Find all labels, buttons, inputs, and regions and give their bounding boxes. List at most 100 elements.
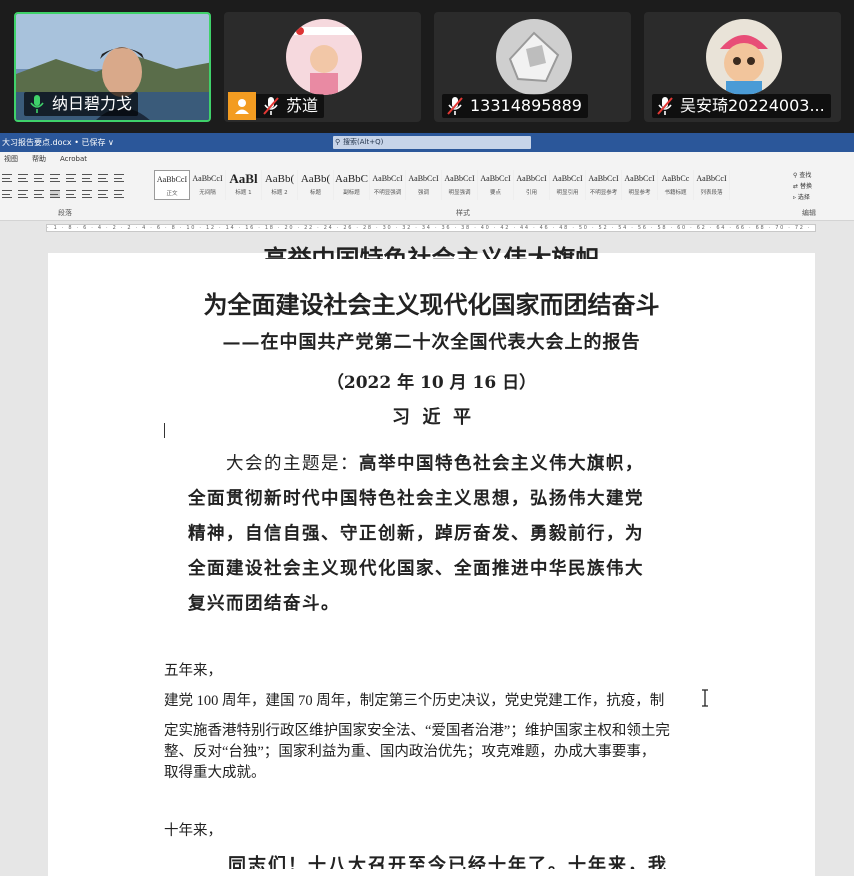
participant-name: 13314895889: [470, 96, 582, 115]
style-item[interactable]: AaBbCcI 无间隔: [190, 170, 226, 200]
style-item[interactable]: AaBbCcI 要点: [478, 170, 514, 200]
increase-indent-icon[interactable]: [66, 174, 76, 182]
document-title[interactable]: 大习报告要点.docx • 已保存 ∨: [0, 137, 114, 148]
participant-label: 纳日碧力戈: [24, 92, 139, 116]
style-sample: AaBbCcI: [696, 174, 727, 183]
participant-label: 苏道: [228, 92, 325, 120]
borders-icon[interactable]: [114, 190, 124, 198]
participant-name: 苏道: [286, 96, 319, 115]
sort-icon[interactable]: [98, 174, 108, 182]
style-name: 不明显参考: [589, 190, 618, 196]
select-button[interactable]: ▹ 选择: [793, 192, 812, 203]
style-name: 标题 2: [271, 190, 288, 196]
person-icon: [228, 92, 256, 120]
style-sample: AaBbCcI: [156, 175, 188, 184]
align-left-icon[interactable]: [2, 190, 12, 198]
mic-muted-icon: [657, 97, 673, 115]
style-item[interactable]: AaBbCcI 列表段落: [694, 170, 730, 200]
paragraph-line: 整、反对“台独”；国家利益为重、国内政治优先；攻克难题，办成大事要事，: [164, 744, 656, 760]
style-sample: AaBbCcI: [480, 174, 511, 183]
style-item[interactable]: AaBbCcI 正文: [154, 170, 190, 200]
style-sample: AaBbCcI: [444, 174, 475, 183]
style-item[interactable]: AaBl 标题 1: [226, 170, 262, 200]
style-sample: AaBbCcI: [516, 174, 547, 183]
document-page[interactable]: 高举中国特色社会主义伟大旗帜 为全面建设社会主义现代化国家而团结奋斗 ——在中国…: [48, 244, 815, 876]
participant-tile[interactable]: 纳日碧力戈: [14, 12, 211, 122]
style-name: 标题: [309, 190, 321, 196]
menu-bar: 视图 帮助 Acrobat: [0, 152, 854, 166]
ten-years-label: 十年来，: [164, 823, 222, 839]
style-item[interactable]: AaBbCcI 不明显参考: [586, 170, 622, 200]
theme-line: 精神，自信自强、守正创新，踔厉奋发、勇毅前行，为: [188, 524, 644, 544]
doc-heading: 为全面建设社会主义现代化国家而团结奋斗: [203, 290, 660, 319]
multilevel-list-icon[interactable]: [34, 174, 44, 182]
ruler-scale: · 1 · 8 · 6 · 4 · 2 · 2 · 4 · 6 · 8 · 10…: [46, 224, 816, 232]
partial-line: 同志们！十八大召开至今已经十年了。十年来，我: [228, 855, 668, 869]
theme-line: 全面贯彻新时代中国特色社会主义思想，弘扬伟大建党: [188, 489, 644, 509]
group-edit-label: 编辑: [802, 209, 816, 217]
doc-heading-partial: 高举中国特色社会主义伟大旗帜: [263, 244, 600, 259]
numbering-icon[interactable]: [18, 174, 28, 182]
align-right-icon[interactable]: [34, 190, 44, 198]
menu-help[interactable]: 帮助: [32, 154, 46, 164]
replace-button[interactable]: ⇄ 替换: [793, 181, 812, 192]
participant-strip: 纳日碧力戈 苏道 13314895889 吴安琦20224003...: [0, 0, 854, 133]
shading-icon[interactable]: [98, 190, 108, 198]
paragraph-line: 取得重大成就。: [164, 765, 266, 781]
participant-name: 纳日碧力戈: [52, 94, 133, 113]
style-name: 强调: [417, 190, 429, 196]
five-years-label: 五年来，: [164, 663, 222, 679]
style-name: 列表段落: [700, 190, 723, 196]
style-name: 无间隔: [199, 190, 216, 196]
style-sample: AaBb(: [264, 173, 295, 185]
paragraph-line: 建党 100 周年，建国 70 周年，制定第三个历史决议，党史党建工作，抗疫，制: [164, 693, 665, 709]
style-sample: AaBbCcI: [372, 174, 403, 183]
group-styles-label: 样式: [456, 209, 470, 217]
participant-name: 吴安琦20224003...: [680, 96, 825, 115]
style-item[interactable]: AaBbCcI 引用: [514, 170, 550, 200]
participant-tile[interactable]: 苏道: [224, 12, 421, 122]
decrease-indent-icon[interactable]: [50, 174, 60, 182]
style-item[interactable]: AaBbCc 书籍标题: [658, 170, 694, 200]
distributed-icon[interactable]: [66, 190, 76, 198]
participant-tile[interactable]: 13314895889: [434, 12, 631, 122]
text-caret: [164, 423, 165, 438]
theme-line: 复兴而团结奋斗。: [188, 594, 340, 614]
show-marks-icon[interactable]: [114, 174, 124, 182]
search-input[interactable]: ⚲ 搜索(Alt+Q): [333, 136, 531, 149]
style-item[interactable]: AaBbCcI 明显强调: [442, 170, 478, 200]
style-sample: AaBbCc: [661, 174, 690, 183]
edit-group: ⚲ 查找 ⇄ 替换 ▹ 选择: [793, 170, 812, 203]
ibeam-cursor-icon: [702, 689, 708, 707]
style-sample: AaBbCcI: [624, 174, 655, 183]
style-item[interactable]: AaBb( 标题 2: [262, 170, 298, 200]
bullets-icon[interactable]: [2, 174, 12, 182]
style-item[interactable]: AaBbCcI 明显参考: [622, 170, 658, 200]
style-item[interactable]: AaBbCcI 不明显强调: [370, 170, 406, 200]
style-name: 标题 1: [235, 190, 252, 196]
style-name: 引用: [525, 190, 537, 196]
horizontal-ruler[interactable]: · 1 · 8 · 6 · 4 · 2 · 2 · 4 · 6 · 8 · 10…: [0, 223, 854, 233]
search-icon: ⚲: [335, 138, 341, 146]
find-button[interactable]: ⚲ 查找: [793, 170, 812, 181]
avatar: [286, 19, 362, 95]
menu-acrobat[interactable]: Acrobat: [60, 155, 87, 163]
style-sample: AaBbCcI: [552, 174, 583, 183]
justify-icon[interactable]: [50, 190, 60, 198]
menu-view[interactable]: 视图: [4, 154, 18, 164]
style-item[interactable]: AaBbCcI 强调: [406, 170, 442, 200]
style-item[interactable]: AaBbC 副标题: [334, 170, 370, 200]
style-sample: AaBbCcI: [408, 174, 439, 183]
participant-tile[interactable]: 吴安琦20224003...: [644, 12, 841, 122]
style-sample: AaBbCcI: [192, 174, 223, 183]
shared-word-window: 大习报告要点.docx • 已保存 ∨ ⚲ 搜索(Alt+Q) 视图 帮助 Ac…: [0, 133, 854, 876]
style-name: 明显参考: [628, 190, 651, 196]
line-spacing-icon[interactable]: [82, 190, 92, 198]
align-center-icon[interactable]: [18, 190, 28, 198]
style-name: 不明显强调: [373, 190, 402, 196]
style-item[interactable]: AaBbCcI 明显引用: [550, 170, 586, 200]
chinese-layout-icon[interactable]: [82, 174, 92, 182]
style-sample: AaBb(: [300, 173, 331, 185]
style-item[interactable]: AaBb( 标题: [298, 170, 334, 200]
style-name: 副标题: [343, 190, 360, 196]
